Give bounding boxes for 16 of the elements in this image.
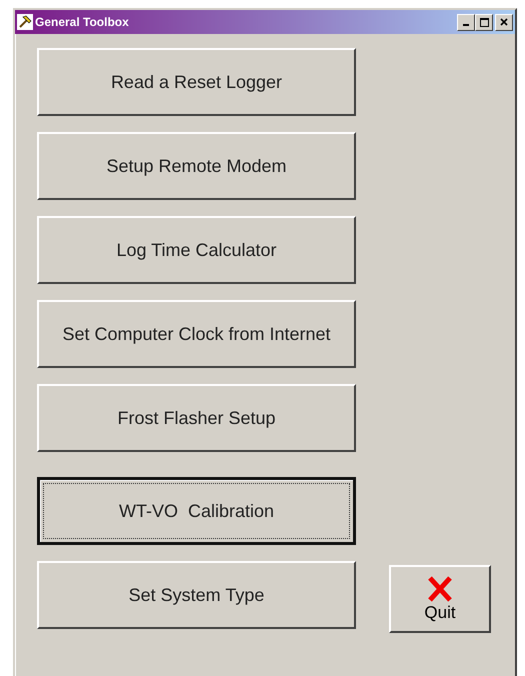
hammer-icon (17, 14, 33, 30)
toolbox-button[interactable]: Read a Reset Logger (37, 48, 356, 116)
minimize-button[interactable] (457, 14, 475, 30)
maximize-button[interactable] (475, 14, 493, 30)
close-icon (500, 18, 508, 26)
toolbox-button[interactable]: WT-VO Calibration (37, 477, 356, 545)
close-button[interactable] (495, 14, 513, 30)
maximize-icon (480, 18, 488, 26)
toolbox-button[interactable]: Set System Type (37, 561, 356, 629)
toolbox-button[interactable]: Frost Flasher Setup (37, 384, 356, 452)
toolbox-button[interactable]: Log Time Calculator (37, 216, 356, 284)
quit-button[interactable]: Quit (389, 565, 491, 633)
close-x-icon (426, 575, 454, 603)
toolbox-button[interactable]: Set Computer Clock from Internet (37, 300, 356, 368)
toolbox-button[interactable]: Setup Remote Modem (37, 132, 356, 200)
window-title: General Toolbox (35, 15, 129, 29)
